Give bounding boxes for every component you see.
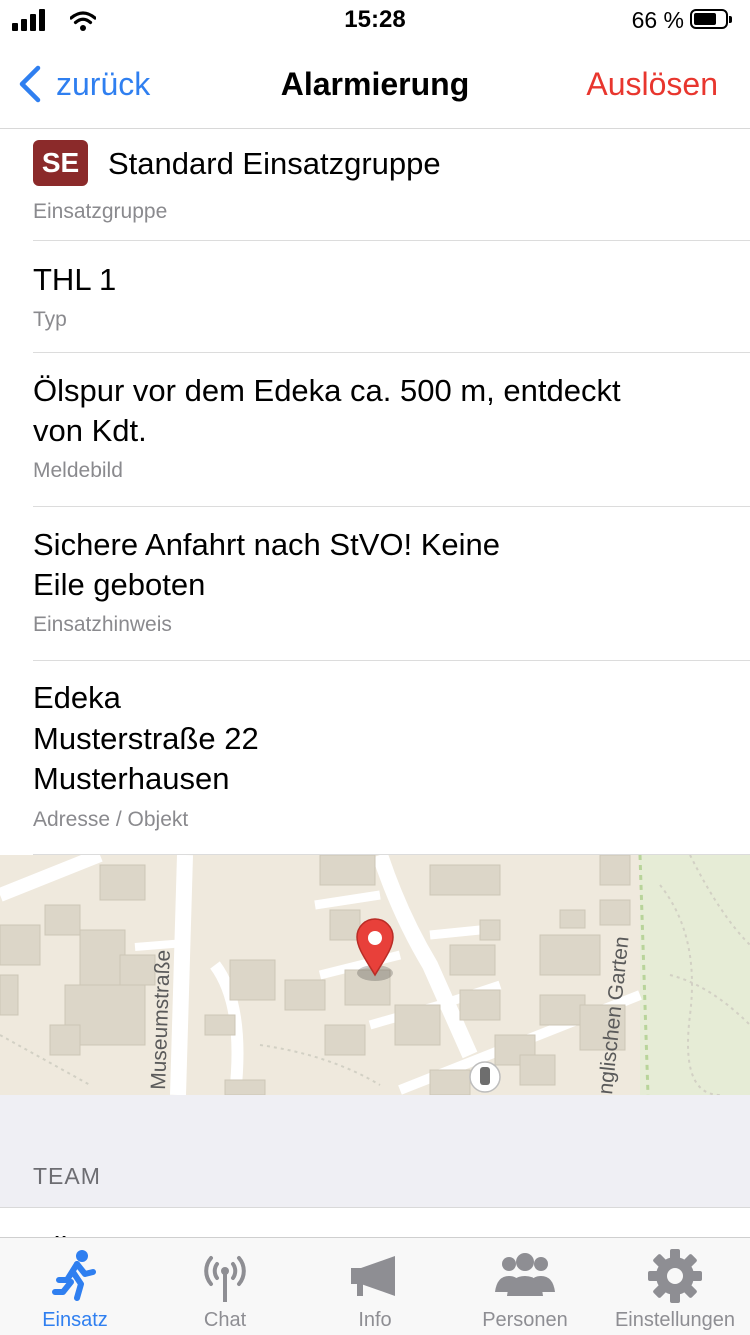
address-line-3: Musterhausen xyxy=(33,761,230,796)
hint-line-1: Sichere Anfahrt nach StVO! Keine xyxy=(33,527,500,562)
location-map[interactable]: Museumstraße nglischen Garten xyxy=(0,855,750,1095)
tab-chat-label: Chat xyxy=(203,1309,247,1331)
tab-personen-label: Personen xyxy=(482,1309,568,1331)
hint-label: Einsatzhinweis xyxy=(33,613,172,636)
report-label: Meldebild xyxy=(33,459,123,482)
trigger-alarm-button[interactable]: Auslösen xyxy=(586,66,718,103)
gear-icon xyxy=(648,1249,702,1303)
address-line-1: Edeka xyxy=(33,680,121,715)
group-name: Standard Einsatzgruppe xyxy=(108,146,441,181)
type-value: THL 1 xyxy=(33,262,117,297)
address-row[interactable]: Edeka Musterstraße 22 Musterhausen Adres… xyxy=(0,661,750,855)
group-label: Einsatzgruppe xyxy=(33,200,168,223)
map-pin-icon xyxy=(356,918,394,981)
running-person-icon xyxy=(52,1250,96,1301)
address-label: Adresse / Objekt xyxy=(33,808,189,831)
battery-icon xyxy=(690,9,732,29)
map-canvas: Museumstraße nglischen Garten xyxy=(0,855,750,1095)
team-section-header: TEAM xyxy=(33,1163,101,1189)
report-line-2: von Kdt. xyxy=(33,413,147,448)
people-icon xyxy=(495,1253,555,1296)
battery-percent: 66 % xyxy=(631,7,684,33)
tab-info-label: Info xyxy=(358,1309,392,1331)
hint-row[interactable]: Sichere Anfahrt nach StVO! Keine Eile ge… xyxy=(0,507,750,661)
tab-info[interactable]: Info xyxy=(300,1238,450,1335)
tab-einsatz[interactable]: Einsatz xyxy=(0,1238,150,1335)
hint-line-2: Eile geboten xyxy=(33,567,206,602)
status-bar: 15:28 66 % xyxy=(0,0,750,40)
tab-bar: Einsatz Chat Info Personen Einstellungen xyxy=(0,1237,750,1335)
type-row[interactable]: THL 1 Typ xyxy=(0,241,750,353)
tab-einsatz-label: Einsatz xyxy=(42,1309,108,1331)
team-section: TEAM xyxy=(0,1095,750,1207)
address-line-2: Musterstraße 22 xyxy=(33,721,259,756)
navigation-bar: zurück Alarmierung Auslösen xyxy=(0,40,750,129)
radio-tower-icon xyxy=(204,1256,246,1302)
map-poi-icon xyxy=(469,1061,501,1093)
map-street-label-1: Museumstraße xyxy=(147,949,175,1090)
megaphone-icon xyxy=(351,1256,395,1296)
report-line-1: Ölspur vor dem Edeka ca. 500 m, entdeckt xyxy=(33,373,621,408)
tab-personen[interactable]: Personen xyxy=(450,1238,600,1335)
report-row[interactable]: Ölspur vor dem Edeka ca. 500 m, entdeckt… xyxy=(0,353,750,507)
type-label: Typ xyxy=(33,308,67,331)
group-row[interactable]: Standard Einsatzgruppe Einsatzgruppe xyxy=(0,128,750,241)
tab-chat[interactable]: Chat xyxy=(150,1238,300,1335)
tab-einstellungen-label: Einstellungen xyxy=(614,1309,736,1331)
tab-einstellungen[interactable]: Einstellungen xyxy=(600,1238,750,1335)
